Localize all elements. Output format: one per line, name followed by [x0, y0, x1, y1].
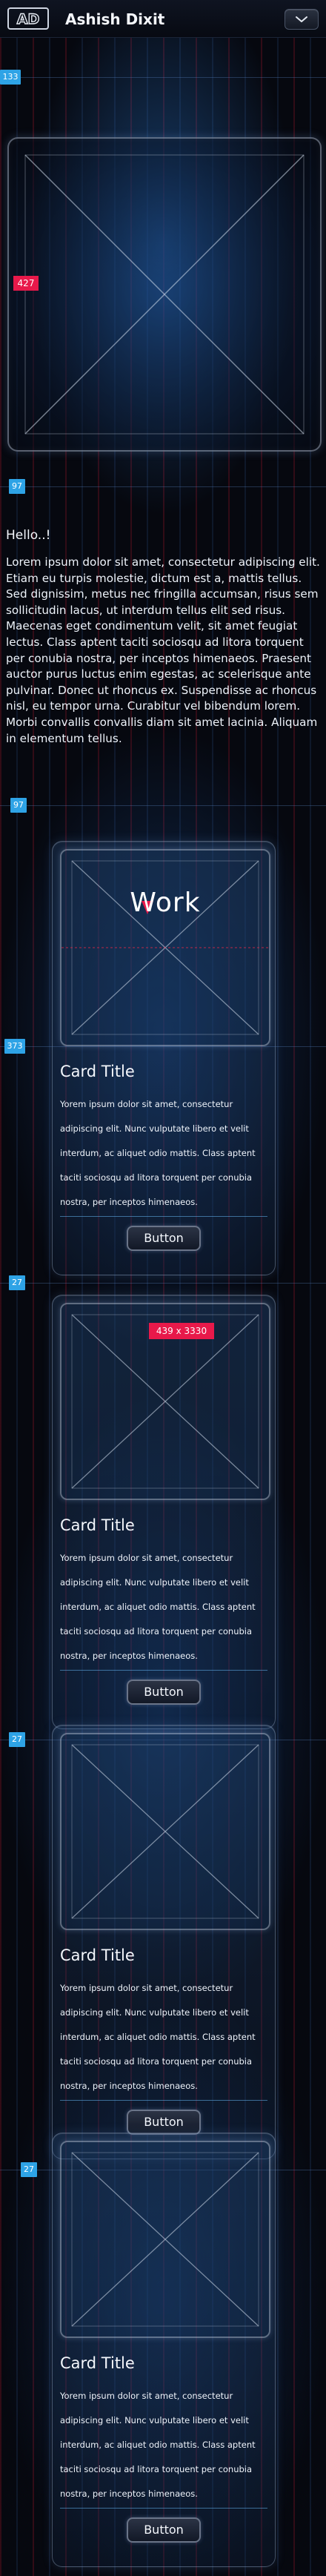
logo[interactable]: AD [7, 7, 49, 30]
site-title[interactable]: Ashish Dixit [65, 10, 164, 28]
card-button[interactable]: Button [127, 1680, 201, 1705]
card-image-placeholder [60, 2141, 270, 2338]
header-bar: AD Ashish Dixit [0, 0, 326, 38]
card-body: Yorem ipsum dolor sit amet, consectetur … [60, 1983, 256, 2091]
spacing-marker: 27 [9, 1275, 25, 1290]
chevron-down-icon [296, 16, 307, 22]
image-placeholder-icon [61, 1734, 269, 1929]
spacing-guide [0, 805, 326, 806]
spacing-guide [0, 1283, 326, 1284]
card-image-placeholder [60, 1733, 270, 1930]
spacing-marker: 97 [9, 479, 25, 494]
card-body: Yorem ipsum dolor sit amet, consectetur … [60, 2391, 256, 2499]
card-title: Card Title [60, 2354, 135, 2372]
card-button[interactable]: Button [127, 2110, 201, 2135]
card-title: Card Title [60, 1516, 135, 1534]
dimension-badge: 439 x 3330 [149, 1323, 214, 1339]
card-body: Yorem ipsum dolor sit amet, consectetur … [60, 1099, 256, 1207]
card-body: Yorem ipsum dolor sit amet, consectetur … [60, 1553, 256, 1661]
card-divider [60, 1670, 267, 1671]
spacing-marker: 373 [4, 1039, 25, 1054]
image-placeholder-icon [61, 851, 269, 1045]
spacing-guide [0, 1046, 326, 1047]
card-title: Card Title [60, 1063, 135, 1080]
spacing-marker: 97 [10, 798, 27, 813]
spacing-guide [0, 77, 326, 78]
card: Work Card Title Yorem ipsum dolor sit am… [52, 841, 276, 1275]
card-divider [60, 1216, 267, 1217]
menu-toggle-button[interactable] [285, 9, 319, 30]
spacing-marker: 133 [0, 70, 21, 85]
height-badge: 427 [13, 276, 39, 291]
card: Card Title Yorem ipsum dolor sit amet, c… [52, 2133, 276, 2567]
card: Card Title Yorem ipsum dolor sit amet, c… [52, 1725, 276, 2159]
card-button[interactable]: Button [127, 2517, 201, 2543]
card: 439 x 3330 Card Title Yorem ipsum dolor … [52, 1295, 276, 1729]
card-divider [60, 2100, 267, 2101]
intro-paragraph: Lorem ipsum dolor sit amet, consectetur … [6, 555, 320, 745]
card-image-placeholder: 439 x 3330 [60, 1303, 270, 1500]
card-title: Card Title [60, 1946, 135, 1964]
greeting-text: Hello..! [6, 528, 51, 543]
image-placeholder-icon [61, 2142, 269, 2336]
spacing-guide [0, 486, 326, 487]
logo-text: AD [17, 11, 39, 27]
spacing-marker: 27 [21, 2162, 37, 2177]
spacing-marker: 27 [9, 1732, 25, 1747]
image-placeholder-icon [24, 154, 305, 435]
card-button[interactable]: Button [127, 1226, 201, 1251]
card-divider [60, 2508, 267, 2509]
hero-image-placeholder [7, 137, 322, 452]
card-image-placeholder: Work [60, 849, 270, 1046]
card-overlay-title: Work [130, 888, 201, 918]
